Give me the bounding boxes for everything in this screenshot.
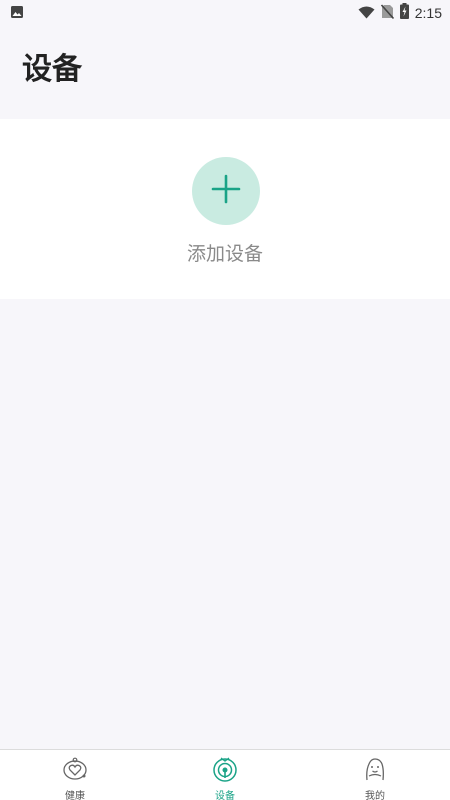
wifi-icon — [358, 4, 375, 23]
status-bar: 2:15 — [0, 0, 450, 26]
device-signal-icon — [212, 756, 238, 786]
add-device-card: 添加设备 — [0, 119, 450, 299]
nav-item-health[interactable]: 健康 — [0, 750, 150, 800]
nav-label-device: 设备 — [215, 791, 235, 800]
plus-icon — [211, 174, 241, 208]
nav-label-profile: 我的 — [365, 791, 385, 800]
add-device-button[interactable] — [192, 157, 260, 225]
add-device-label[interactable]: 添加设备 — [0, 239, 450, 266]
bottom-nav: 健康 设备 我的 — [0, 749, 450, 800]
nav-item-profile[interactable]: 我的 — [300, 750, 450, 800]
page-title: 设备 — [22, 52, 82, 87]
no-sim-icon — [380, 3, 394, 23]
status-time: 2:15 — [414, 5, 442, 21]
battery-charging-icon — [399, 3, 409, 23]
profile-person-icon — [362, 756, 388, 786]
image-icon — [10, 4, 24, 23]
device-screen: 2:15 设备 添加设备 健康 设备 我的 — [0, 0, 450, 800]
nav-label-health: 健康 — [65, 791, 85, 800]
health-heart-icon — [62, 756, 88, 786]
nav-item-device[interactable]: 设备 — [150, 750, 300, 800]
